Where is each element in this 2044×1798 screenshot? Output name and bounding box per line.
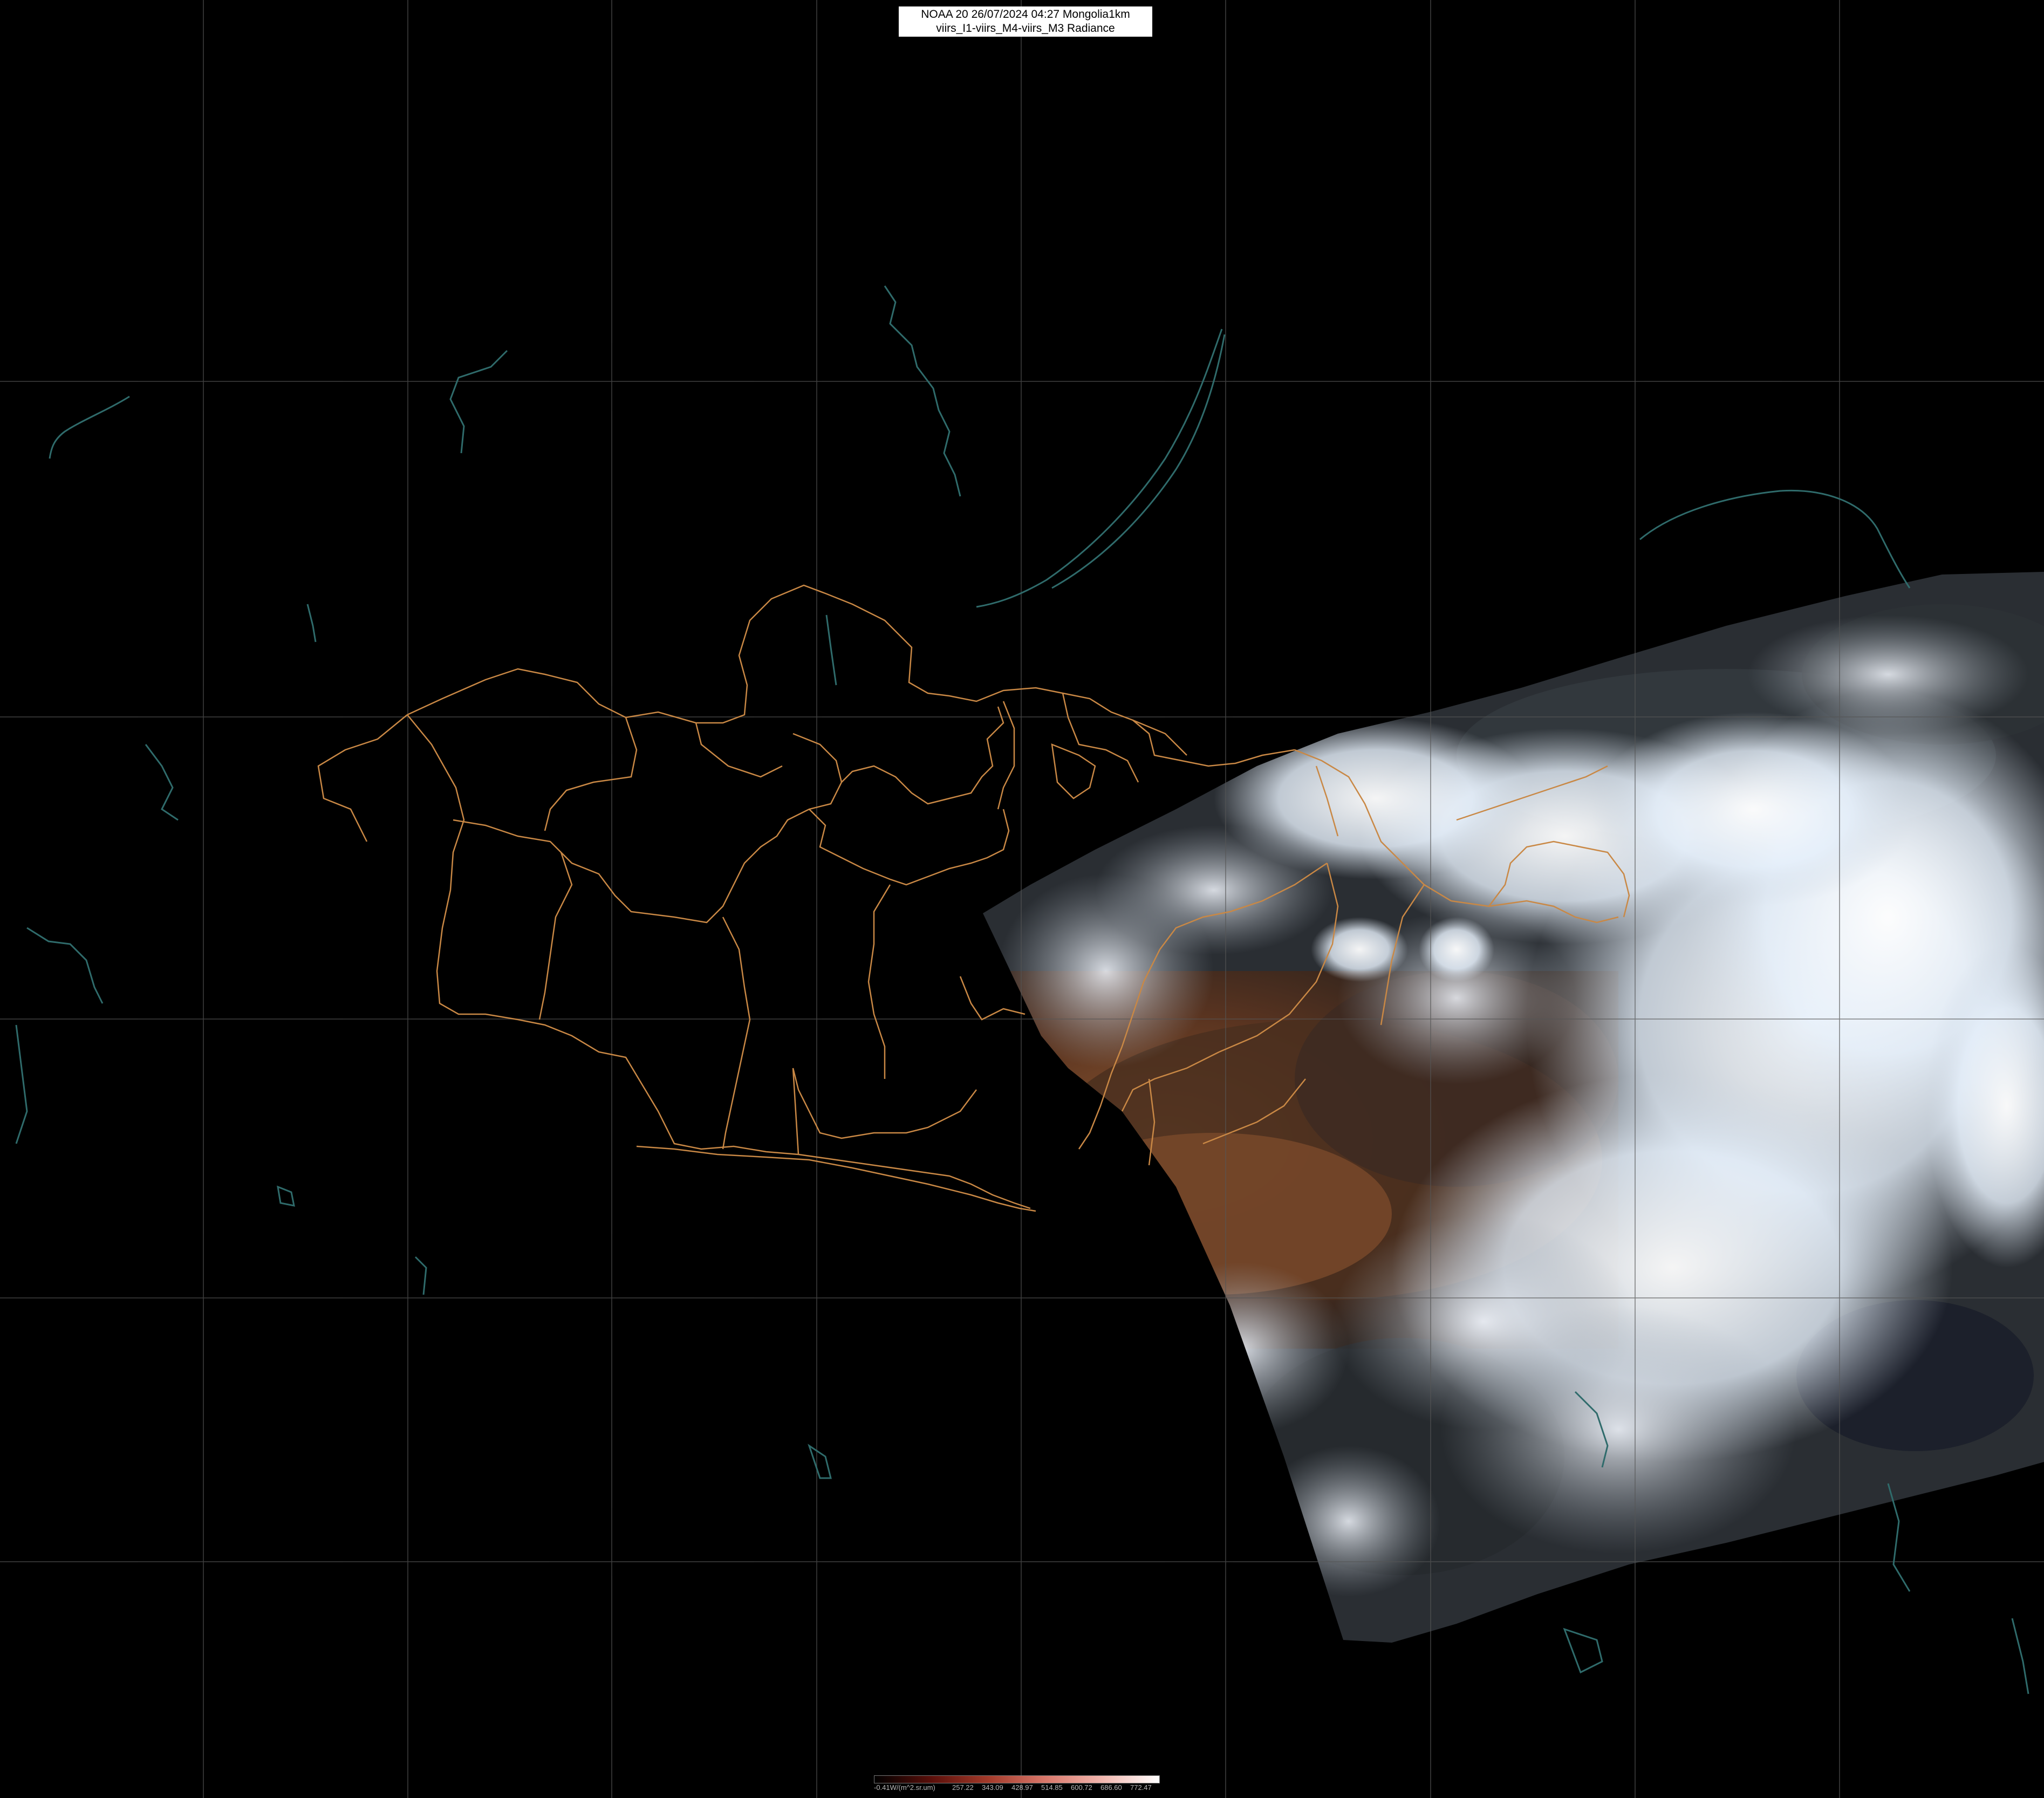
legend-tick: 257.22	[952, 1783, 974, 1792]
legend-tick: 343.09	[982, 1783, 1003, 1792]
radiance-tick-labels: -0.41W/(m^2.sr.um) 257.22 343.09 428.97 …	[874, 1783, 1160, 1793]
radiance-color-bar	[874, 1775, 1160, 1783]
legend-tick: 514.85	[1041, 1783, 1063, 1792]
satellite-swath	[983, 572, 2044, 1643]
legend-tick: 686.60	[1100, 1783, 1122, 1792]
radiance-legend: -0.41W/(m^2.sr.um) 257.22 343.09 428.97 …	[874, 1775, 1160, 1793]
legend-tick: 772.47	[1130, 1783, 1152, 1792]
satellite-map	[0, 0, 2044, 1798]
legend-tick: 600.72	[1071, 1783, 1092, 1792]
map-title-line1: NOAA 20 26/07/2024 04:27 Mongolia1km	[921, 8, 1130, 20]
map-title-line2: viirs_I1-viirs_M4-viirs_M3 Radiance	[936, 22, 1115, 35]
legend-tick: 428.97	[1011, 1783, 1033, 1792]
legend-unit-label: -0.41W/(m^2.sr.um)	[874, 1783, 935, 1792]
map-title-box: NOAA 20 26/07/2024 04:27 Mongolia1km vii…	[899, 6, 1152, 37]
